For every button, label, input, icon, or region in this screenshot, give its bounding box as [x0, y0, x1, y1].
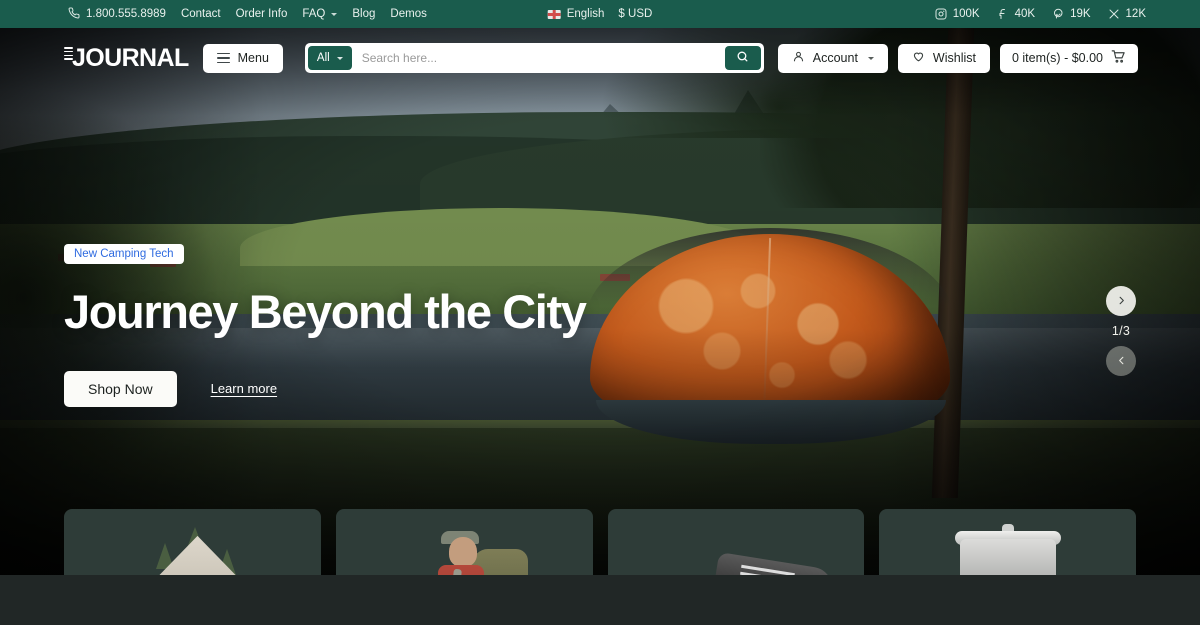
- chevron-left-icon: [1116, 354, 1127, 369]
- slider-next-button[interactable]: [1106, 286, 1136, 316]
- social-facebook[interactable]: 40K: [997, 8, 1035, 20]
- account-button-label: Account: [812, 51, 858, 65]
- social-instagram[interactable]: 100K: [935, 8, 980, 20]
- category-card-backpacks[interactable]: Backpacks: [335, 509, 593, 575]
- hero-badge: New Camping Tech: [64, 244, 184, 264]
- user-icon: [792, 50, 805, 66]
- shop-now-button[interactable]: Shop Now: [64, 370, 177, 407]
- topbar-link-order-info[interactable]: Order Info: [236, 8, 288, 20]
- x-twitter-icon: [1108, 8, 1120, 20]
- hero-content: New Camping Tech Journey Beyond the City…: [64, 244, 587, 407]
- hero-slider: JOURNAL Menu All Account: [0, 28, 1200, 575]
- site-header: JOURNAL Menu All Account: [0, 28, 1200, 88]
- header-actions: Account Wishlist 0 item(s) - $0.00: [777, 43, 1138, 73]
- wishlist-button[interactable]: Wishlist: [897, 43, 990, 73]
- search-icon: [736, 50, 749, 66]
- social-count: 19K: [1070, 8, 1091, 20]
- logo-text: JOURNAL: [72, 43, 189, 72]
- topbar-link-faq[interactable]: FAQ: [302, 8, 338, 20]
- phone-number[interactable]: 1.800.555.8989: [68, 6, 166, 22]
- chevron-down-icon: [336, 56, 343, 60]
- social-count: 40K: [1014, 8, 1036, 20]
- locale-selectors: English $ USD: [547, 8, 652, 20]
- currency-selector[interactable]: $ USD: [618, 8, 652, 20]
- category-card-camping-tents[interactable]: Camping Tents: [64, 509, 321, 575]
- cart-total-label: 0 item(s) - $0.00: [1011, 51, 1103, 65]
- cart-icon: [1111, 49, 1126, 67]
- cart-button[interactable]: 0 item(s) - $0.00: [999, 43, 1138, 73]
- search-input[interactable]: [351, 51, 725, 65]
- topbar-link-demos[interactable]: Demos: [390, 8, 426, 20]
- search-submit-button[interactable]: [724, 46, 761, 70]
- hiking-shoe-image: [608, 509, 865, 575]
- learn-more-link[interactable]: Learn more: [211, 381, 277, 396]
- hero-tent-illustration: [560, 224, 980, 454]
- slider-prev-button[interactable]: [1106, 346, 1136, 376]
- instagram-icon: [935, 8, 947, 20]
- topbar-left-links: 1.800.555.8989 Contact Order Info FAQ Bl…: [14, 6, 427, 22]
- search-bar: All: [304, 43, 764, 73]
- topbar-link-contact[interactable]: Contact: [181, 8, 221, 20]
- category-card-hiking-shoes[interactable]: Hiking Shoes: [607, 509, 865, 575]
- slide-counter: 1/3: [1111, 324, 1131, 338]
- chevron-right-icon: [1116, 294, 1127, 309]
- phone-icon: [68, 6, 80, 22]
- social-stats: 100K 40K 19K 12K: [935, 8, 1186, 20]
- search-scope-dropdown[interactable]: All: [307, 46, 352, 70]
- hamburger-icon: [216, 52, 230, 64]
- account-button[interactable]: Account: [777, 43, 888, 73]
- menu-button-label: Menu: [237, 51, 269, 65]
- topbar-link-label: Order Info: [235, 8, 288, 20]
- currency-label: $ USD: [618, 8, 653, 20]
- topbar-link-label: FAQ: [302, 8, 326, 20]
- backpack-image: [336, 509, 593, 575]
- topbar-link-label: Blog: [352, 8, 376, 20]
- slider-navigation: 1/3: [1106, 286, 1136, 376]
- phone-number-label: 1.800.555.8989: [86, 8, 166, 20]
- topbar-link-label: Demos: [390, 8, 427, 20]
- social-count: 12K: [1125, 8, 1146, 20]
- pinterest-icon: [1052, 8, 1064, 20]
- topbar-link-label: Contact: [180, 8, 221, 20]
- cookware-image: [879, 509, 1136, 575]
- topbar-link-blog[interactable]: Blog: [352, 8, 375, 20]
- wishlist-button-label: Wishlist: [932, 51, 976, 65]
- category-card-camping-cookware[interactable]: Camping Cookware: [879, 509, 1136, 575]
- hero-cta-group: Shop Now Learn more: [64, 370, 585, 407]
- category-card-list: Camping Tents Backpacks Hiking Shoes: [0, 509, 1200, 575]
- social-pinterest[interactable]: 19K: [1052, 8, 1091, 20]
- hero-title: Journey Beyond the City: [64, 285, 587, 338]
- social-x-twitter[interactable]: 12K: [1108, 8, 1146, 20]
- top-utility-bar: 1.800.555.8989 Contact Order Info FAQ Bl…: [0, 0, 1200, 28]
- site-logo[interactable]: JOURNAL: [64, 43, 189, 73]
- chevron-down-icon: [331, 12, 338, 16]
- camping-tent-image: [64, 509, 321, 575]
- flag-icon: [547, 9, 561, 19]
- facebook-icon: [997, 8, 1009, 20]
- language-selector[interactable]: English: [547, 8, 605, 20]
- social-count: 100K: [952, 8, 980, 20]
- search-scope-label: All: [316, 52, 330, 64]
- chevron-down-icon: [867, 56, 874, 60]
- heart-icon: [912, 50, 925, 66]
- menu-button[interactable]: Menu: [202, 43, 283, 73]
- language-label: English: [566, 8, 605, 20]
